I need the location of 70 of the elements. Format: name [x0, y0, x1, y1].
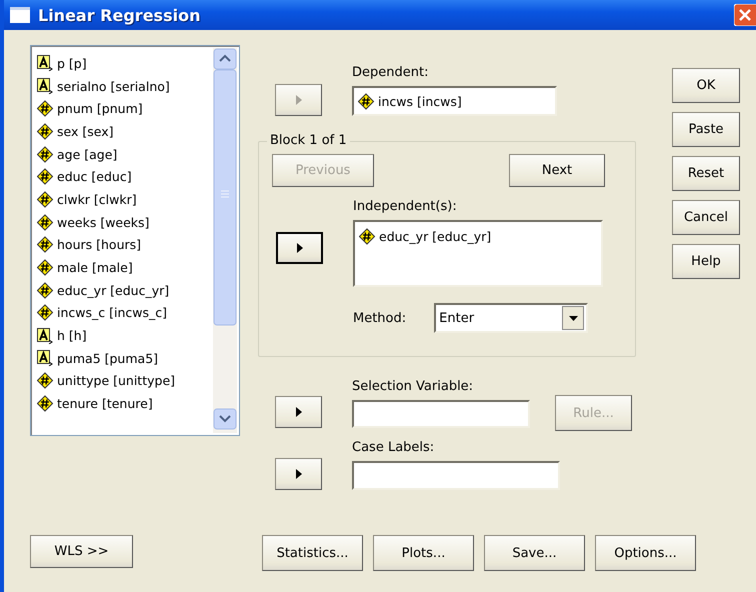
dropdown-arrow-icon: [568, 316, 578, 320]
window-icon: [10, 7, 30, 23]
scale-variable-icon: [37, 214, 54, 231]
variable-item[interactable]: educ_yr [educ_yr]: [57, 282, 170, 298]
independent-variable[interactable]: educ_yr [educ_yr]: [379, 228, 492, 244]
scale-variable-icon: [358, 92, 375, 110]
dialog-button[interactable]: Statistics...: [262, 535, 363, 571]
scale-variable-icon: [37, 168, 54, 186]
variable-item[interactable]: sex [sex]: [57, 124, 114, 139]
dependent-field[interactable]: incws [incws]: [352, 86, 557, 116]
variable-item[interactable]: hours [hours]: [57, 237, 142, 252]
dialog-button[interactable]: Help: [672, 244, 740, 279]
nominal-variable-icon: [37, 55, 54, 72]
scale-variable-icon: [37, 236, 54, 254]
scale-variable-icon: [359, 228, 376, 245]
wls-button[interactable]: WLS >>: [30, 535, 133, 568]
move-arrow-button[interactable]: [275, 458, 322, 490]
move-arrow-button[interactable]: [275, 396, 322, 428]
nominal-variable-icon: [37, 328, 54, 344]
right-triangle-icon: [296, 243, 302, 253]
dialog-button[interactable]: OK: [672, 68, 740, 103]
scale-variable-icon: [37, 372, 54, 390]
scale-variable-icon: [37, 146, 54, 163]
next-button[interactable]: Next: [509, 154, 605, 187]
scrollbar[interactable]: [213, 48, 237, 433]
variable-item[interactable]: incws_c [incws_c]: [57, 305, 167, 320]
variable-item[interactable]: clwkr [clwkr]: [57, 192, 137, 207]
variable-item[interactable]: age [age]: [57, 146, 118, 162]
variable-item[interactable]: educ [educ]: [57, 169, 132, 184]
dependent-variable[interactable]: incws [incws]: [378, 94, 462, 108]
dialog-button[interactable]: Options...: [595, 535, 696, 571]
variable-item[interactable]: tenure [tenure]: [57, 396, 153, 412]
dependent-label: Dependent:: [352, 65, 430, 80]
scale-variable-icon: [37, 259, 54, 276]
variable-item[interactable]: pnum [pnum]: [57, 101, 143, 116]
variable-item[interactable]: p [p]: [57, 56, 87, 71]
nominal-variable-icon: [37, 350, 54, 366]
scale-variable-icon: [37, 122, 54, 140]
variable-item[interactable]: male [male]: [57, 260, 133, 276]
dialog-button[interactable]: Paste: [672, 112, 740, 147]
selection-variable-field[interactable]: [352, 400, 530, 428]
right-triangle-icon: [296, 95, 302, 105]
right-triangle-icon: [296, 469, 302, 479]
dialog-button[interactable]: Reset: [672, 156, 740, 191]
variable-item[interactable]: puma5 [puma5]: [57, 350, 158, 366]
method-label: Method:: [353, 310, 406, 326]
close-icon[interactable]: [734, 4, 756, 26]
dialog-button[interactable]: Plots...: [373, 535, 474, 571]
scale-variable-icon: [37, 100, 54, 118]
scale-variable-icon: [37, 282, 54, 299]
scale-variable-icon: [37, 190, 54, 208]
variable-item[interactable]: serialno [serialno]: [57, 78, 170, 94]
variable-list[interactable]: [30, 45, 240, 436]
case-labels-label: Case Labels:: [352, 440, 436, 455]
method-dropdown[interactable]: Enter: [434, 303, 588, 333]
window-title: Linear Regression: [38, 6, 202, 24]
variable-item[interactable]: unittype [unittype]: [57, 373, 176, 388]
independents-list[interactable]: educ_yr [educ_yr]: [353, 220, 603, 287]
independents-label: Independent(s):: [353, 199, 458, 214]
variable-item[interactable]: h [h]: [57, 328, 87, 344]
move-arrow-button[interactable]: [276, 232, 323, 264]
dialog-button[interactable]: Cancel: [672, 200, 740, 235]
case-labels-field[interactable]: [352, 461, 560, 490]
nominal-variable-icon: [37, 78, 54, 94]
scale-variable-icon: [37, 395, 54, 412]
scale-variable-icon: [37, 304, 54, 322]
variable-item[interactable]: weeks [weeks]: [57, 214, 150, 230]
dialog-button[interactable]: Save...: [484, 535, 585, 571]
right-triangle-icon: [296, 407, 302, 417]
selection-variable-label: Selection Variable:: [352, 379, 474, 394]
